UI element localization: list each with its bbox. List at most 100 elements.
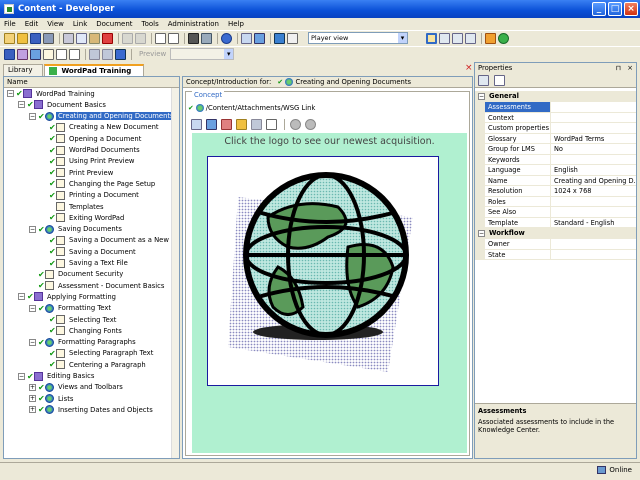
assessment-icon[interactable] — [69, 48, 80, 60]
property-row[interactable]: Keywords — [475, 154, 636, 165]
collapse-all-icon[interactable] — [168, 32, 179, 44]
remove-link-icon[interactable] — [221, 119, 232, 130]
menu-edit[interactable]: Edit — [25, 20, 39, 28]
tree-item[interactable]: ✔ Selecting Text — [40, 314, 118, 325]
property-value[interactable]: No — [551, 144, 636, 154]
save-icon[interactable] — [30, 32, 41, 44]
tree-item[interactable]: ✔ Saving a Document as a New File — [40, 235, 179, 246]
collapse-icon[interactable]: − — [29, 304, 36, 312]
collapse-icon[interactable]: − — [7, 90, 14, 97]
property-category[interactable]: − General — [475, 91, 636, 102]
globe-logo-image[interactable] — [207, 156, 439, 386]
layout-split-icon[interactable] — [439, 32, 450, 44]
tree-item[interactable]: + ✔ Lists — [29, 393, 75, 404]
tree-item[interactable]: ✔ Opening a Document — [40, 133, 143, 144]
property-value[interactable] — [551, 207, 636, 217]
help-icon[interactable] — [221, 32, 232, 44]
delete-icon[interactable] — [102, 32, 113, 44]
tree-item[interactable]: ✔ WordPad Documents — [40, 145, 142, 156]
move-down-icon[interactable] — [115, 48, 126, 60]
tab-library[interactable]: Library — [3, 64, 43, 76]
property-value[interactable]: 1024 x 768 — [551, 186, 636, 196]
collapse-icon[interactable]: − — [18, 101, 25, 109]
property-row[interactable]: Context — [475, 112, 636, 123]
tree-item[interactable]: ✔ Saving a Text File — [40, 258, 130, 269]
settings-gear-icon[interactable] — [89, 48, 100, 60]
collapse-icon[interactable]: − — [478, 230, 485, 237]
property-row[interactable]: Template Standard - English — [475, 217, 636, 228]
question-icon[interactable] — [56, 48, 67, 60]
property-value[interactable] — [551, 102, 636, 112]
menu-document[interactable]: Document — [96, 20, 132, 28]
cut-icon[interactable] — [63, 32, 74, 44]
tree-item[interactable]: − ✔ WordPad Training — [7, 88, 97, 99]
collapse-icon[interactable]: − — [18, 372, 25, 380]
tree-item[interactable]: − ✔ Saving Documents — [29, 224, 124, 235]
property-value[interactable] — [551, 155, 636, 165]
close-document-icon[interactable]: × — [465, 63, 473, 73]
menu-administration[interactable]: Administration — [168, 20, 219, 28]
tab-wordpad-training[interactable]: WordPad Training × — [44, 64, 144, 86]
tree-item[interactable]: ✔ Assessment - Document Basics — [29, 280, 166, 291]
property-value[interactable] — [551, 239, 636, 249]
tree-item[interactable]: − ✔ Applying Formatting — [18, 291, 118, 302]
tree-item[interactable]: − ✔ Formatting Paragraphs — [29, 337, 138, 348]
menu-help[interactable]: Help — [228, 20, 244, 28]
tree-item[interactable]: ✔ Printing a Document — [40, 190, 141, 201]
property-value[interactable] — [551, 113, 636, 123]
property-value[interactable] — [551, 197, 636, 207]
layout-single-icon[interactable] — [426, 32, 437, 44]
save-all-icon[interactable] — [4, 48, 15, 60]
collapse-icon[interactable]: − — [29, 112, 36, 120]
tree-item[interactable]: + ✔ Views and Toolbars — [29, 382, 125, 393]
tree-item[interactable]: ✔ Exiting WordPad — [40, 212, 126, 223]
tree-item[interactable]: − ✔ Document Basics — [18, 99, 108, 110]
undo-icon[interactable] — [122, 32, 133, 44]
pencil-icon[interactable] — [236, 119, 247, 130]
pin-icon[interactable]: ⊓ — [616, 64, 621, 72]
menu-link[interactable]: Link — [73, 20, 87, 28]
tree-item[interactable]: ✔ Document Security — [29, 269, 125, 280]
section-icon[interactable] — [30, 48, 41, 60]
move-up-icon[interactable] — [102, 48, 113, 60]
property-row[interactable]: Resolution 1024 x 768 — [475, 186, 636, 197]
open-folder-icon[interactable] — [17, 32, 28, 44]
property-row[interactable]: Glossary WordPad Terms — [475, 133, 636, 144]
tree-item[interactable]: + ✔ Inserting Dates and Objects — [29, 404, 155, 415]
collapse-icon[interactable]: − — [478, 93, 485, 100]
expand-all-icon[interactable] — [155, 32, 166, 44]
property-row[interactable]: Group for LMS No — [475, 144, 636, 155]
tree-item[interactable]: ✔ Centering a Paragraph — [40, 359, 148, 370]
tree-item[interactable]: ✔ Changing Fonts — [40, 325, 124, 336]
property-row[interactable]: Custom properties — [475, 123, 636, 134]
menu-view[interactable]: View — [47, 20, 64, 28]
property-row[interactable]: Language English — [475, 165, 636, 176]
new-icon[interactable] — [4, 32, 15, 44]
attach-icon[interactable] — [206, 119, 217, 130]
property-row[interactable]: Name Creating and Opening D... — [475, 175, 636, 186]
spellcheck-icon[interactable] — [201, 32, 212, 44]
properties-gear-icon[interactable] — [251, 119, 262, 130]
property-row[interactable]: Owner — [475, 239, 636, 250]
refresh-icon[interactable] — [498, 32, 509, 44]
property-value[interactable]: WordPad Terms — [551, 134, 636, 144]
export-icon[interactable] — [254, 32, 265, 44]
layout-columns-icon[interactable] — [452, 32, 463, 44]
maximize-button[interactable]: □ — [608, 2, 622, 16]
preview-select[interactable] — [170, 48, 235, 60]
collapse-icon[interactable]: − — [29, 338, 36, 346]
tree-item[interactable]: ✔ Print Preview — [40, 167, 115, 178]
alphabetical-sort-icon[interactable] — [494, 75, 505, 86]
close-button[interactable]: × — [624, 2, 638, 16]
forward-icon[interactable] — [305, 119, 316, 130]
download-icon[interactable] — [274, 32, 285, 44]
attachment-link-path[interactable]: /Content/Attachments/WSG Link — [206, 104, 316, 112]
property-value[interactable]: Standard - English — [551, 218, 636, 228]
tree-scrollbar[interactable] — [171, 88, 179, 458]
property-value[interactable]: Creating and Opening D... — [551, 176, 636, 186]
cursor-icon[interactable] — [287, 32, 298, 44]
tree-item[interactable]: ✔ Changing the Page Setup — [40, 178, 157, 189]
expand-icon[interactable]: + — [29, 395, 36, 403]
check-out-icon[interactable] — [485, 32, 496, 44]
layout-grid-icon[interactable] — [465, 32, 476, 44]
